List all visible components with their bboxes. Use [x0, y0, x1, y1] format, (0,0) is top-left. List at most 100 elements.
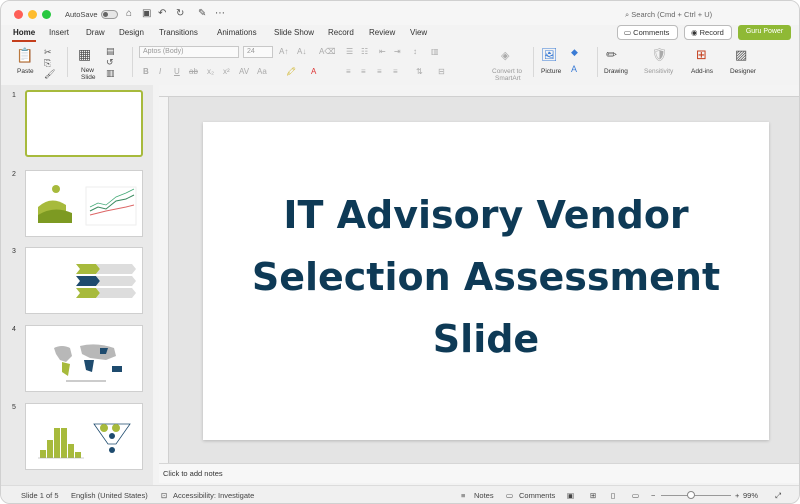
subscript-icon[interactable]: x₂: [207, 67, 214, 76]
reading-view-icon[interactable]: ▯: [611, 491, 615, 500]
notes-pane[interactable]: Click to add notes: [159, 463, 799, 483]
comments-status-button[interactable]: Comments: [519, 491, 555, 500]
slide-thumbnail-5[interactable]: [25, 403, 143, 470]
increase-indent-icon[interactable]: ⇥: [394, 47, 401, 56]
copy-icon[interactable]: ⎘: [44, 58, 51, 69]
slide-thumbnail-4[interactable]: [25, 325, 143, 392]
smartart-icon[interactable]: ◈: [501, 49, 509, 62]
tab-insert[interactable]: Insert: [49, 28, 69, 37]
convert-smartart-label-2: SmartArt: [495, 75, 521, 82]
record-button[interactable]: ◉ Record: [684, 25, 732, 40]
minimize-window-button[interactable]: [28, 10, 37, 19]
zoom-window-button[interactable]: [42, 10, 51, 19]
search-input[interactable]: ⌕ Search (Cmd + Ctrl + U): [625, 10, 712, 20]
zoom-slider-knob[interactable]: [687, 491, 695, 499]
reset-icon[interactable]: ↺: [106, 57, 114, 68]
superscript-icon[interactable]: x²: [223, 67, 230, 76]
align-right-icon[interactable]: ≡: [377, 67, 382, 76]
current-slide[interactable]: IT Advisory Vendor Selection Assessment …: [203, 122, 769, 440]
clear-format-icon[interactable]: A⌫: [319, 47, 336, 56]
font-color-icon[interactable]: A: [311, 67, 316, 76]
new-slide-icon[interactable]: ▦: [78, 46, 91, 63]
increase-font-icon[interactable]: A↑: [279, 47, 288, 56]
redo-icon[interactable]: ↻: [176, 8, 184, 19]
change-case-icon[interactable]: Aa: [257, 67, 267, 76]
line-spacing-icon[interactable]: ↕: [413, 47, 417, 56]
horizontal-ruler[interactable]: [159, 85, 799, 97]
tab-design[interactable]: Design: [119, 28, 144, 37]
font-size-field[interactable]: 24: [243, 46, 273, 58]
tab-transitions[interactable]: Transitions: [159, 28, 198, 37]
comments-button[interactable]: ▭ Comments: [617, 25, 678, 40]
slide-sorter-icon[interactable]: ⊞: [590, 491, 596, 500]
tab-draw[interactable]: Draw: [86, 28, 105, 37]
slide-title[interactable]: IT Advisory Vendor Selection Assessment …: [203, 184, 769, 370]
vertical-ruler[interactable]: [159, 97, 169, 463]
tab-home[interactable]: Home: [13, 28, 35, 37]
font-name-field[interactable]: Aptos (Body): [139, 46, 239, 58]
italic-icon[interactable]: I: [159, 67, 161, 76]
language-indicator[interactable]: English (United States): [71, 491, 148, 500]
fit-slide-icon[interactable]: ⤢: [775, 491, 781, 501]
sensitivity-icon[interactable]: 🛡: [651, 47, 668, 63]
format-painter-icon[interactable]: 🖌: [44, 69, 55, 80]
slide-number: 5: [12, 404, 16, 411]
align-text-icon[interactable]: ⊟: [438, 67, 445, 76]
highlight-icon[interactable]: 🖍: [286, 67, 296, 76]
zoom-out-icon[interactable]: −: [651, 491, 655, 500]
cut-icon[interactable]: ✂: [44, 47, 52, 58]
tab-animations[interactable]: Animations: [217, 28, 257, 37]
more-icon[interactable]: ⋯: [215, 8, 225, 19]
underline-icon[interactable]: U: [174, 67, 180, 76]
normal-view-icon[interactable]: ▣: [567, 491, 574, 500]
undo-icon[interactable]: ↶: [158, 8, 166, 19]
bold-icon[interactable]: B: [143, 67, 149, 76]
tab-review[interactable]: Review: [369, 28, 395, 37]
autosave-toggle[interactable]: [101, 10, 118, 19]
drawing-icon[interactable]: ✏: [606, 47, 617, 63]
picture-icon[interactable]: 🖼: [541, 47, 558, 63]
notes-button[interactable]: Notes: [474, 491, 494, 500]
zoom-in-icon[interactable]: +: [735, 491, 739, 500]
record-icon: ◉: [691, 28, 700, 37]
designer-icon[interactable]: ▨: [735, 47, 747, 63]
save-icon[interactable]: ▣: [142, 8, 151, 19]
zoom-slider-track[interactable]: [661, 495, 731, 496]
divider: [533, 47, 534, 77]
tab-slide-show[interactable]: Slide Show: [274, 28, 314, 37]
home-icon[interactable]: ⌂: [126, 8, 132, 19]
textbox-icon[interactable]: A: [571, 64, 577, 74]
decrease-indent-icon[interactable]: ⇤: [379, 47, 386, 56]
designer-label: Designer: [730, 68, 757, 75]
guru-power-button[interactable]: Guru Power: [738, 25, 791, 40]
paste-icon[interactable]: 📋: [16, 47, 33, 64]
thumbnail-4-graphic: [54, 344, 122, 382]
strikethrough-icon[interactable]: ab: [189, 67, 198, 76]
layout-icon[interactable]: ▤: [106, 46, 115, 57]
section-icon[interactable]: ▥: [106, 68, 115, 79]
thumbnail-3-graphic: [76, 264, 136, 298]
close-window-button[interactable]: [14, 10, 23, 19]
decrease-font-icon[interactable]: A↓: [297, 47, 306, 56]
zoom-level[interactable]: 99%: [743, 491, 758, 500]
edit-icon[interactable]: ✎: [198, 8, 206, 19]
text-direction-icon[interactable]: ⇅: [416, 67, 423, 76]
numbering-icon[interactable]: ☷: [361, 47, 368, 56]
tab-view[interactable]: View: [410, 28, 427, 37]
shapes-icon[interactable]: ◆: [571, 47, 578, 58]
accessibility-status[interactable]: Accessibility: Investigate: [173, 491, 254, 500]
slide-thumbnail-1[interactable]: [25, 90, 143, 157]
slide-thumbnail-2[interactable]: [25, 170, 143, 237]
slide-thumbnails-panel[interactable]: 1 2 3 4 5: [1, 85, 153, 485]
slide-thumbnail-3[interactable]: [25, 247, 143, 314]
thumbnail-2-graphic: [38, 185, 137, 226]
addins-icon[interactable]: ⊞: [696, 47, 707, 63]
tab-record[interactable]: Record: [328, 28, 354, 37]
character-spacing-icon[interactable]: AV: [239, 67, 249, 76]
justify-icon[interactable]: ≡: [393, 67, 398, 76]
columns-icon[interactable]: ▥: [431, 47, 439, 56]
align-center-icon[interactable]: ≡: [361, 67, 366, 76]
slideshow-view-icon[interactable]: ▭: [632, 491, 639, 500]
bullets-icon[interactable]: ☰: [346, 47, 353, 56]
align-left-icon[interactable]: ≡: [346, 67, 351, 76]
